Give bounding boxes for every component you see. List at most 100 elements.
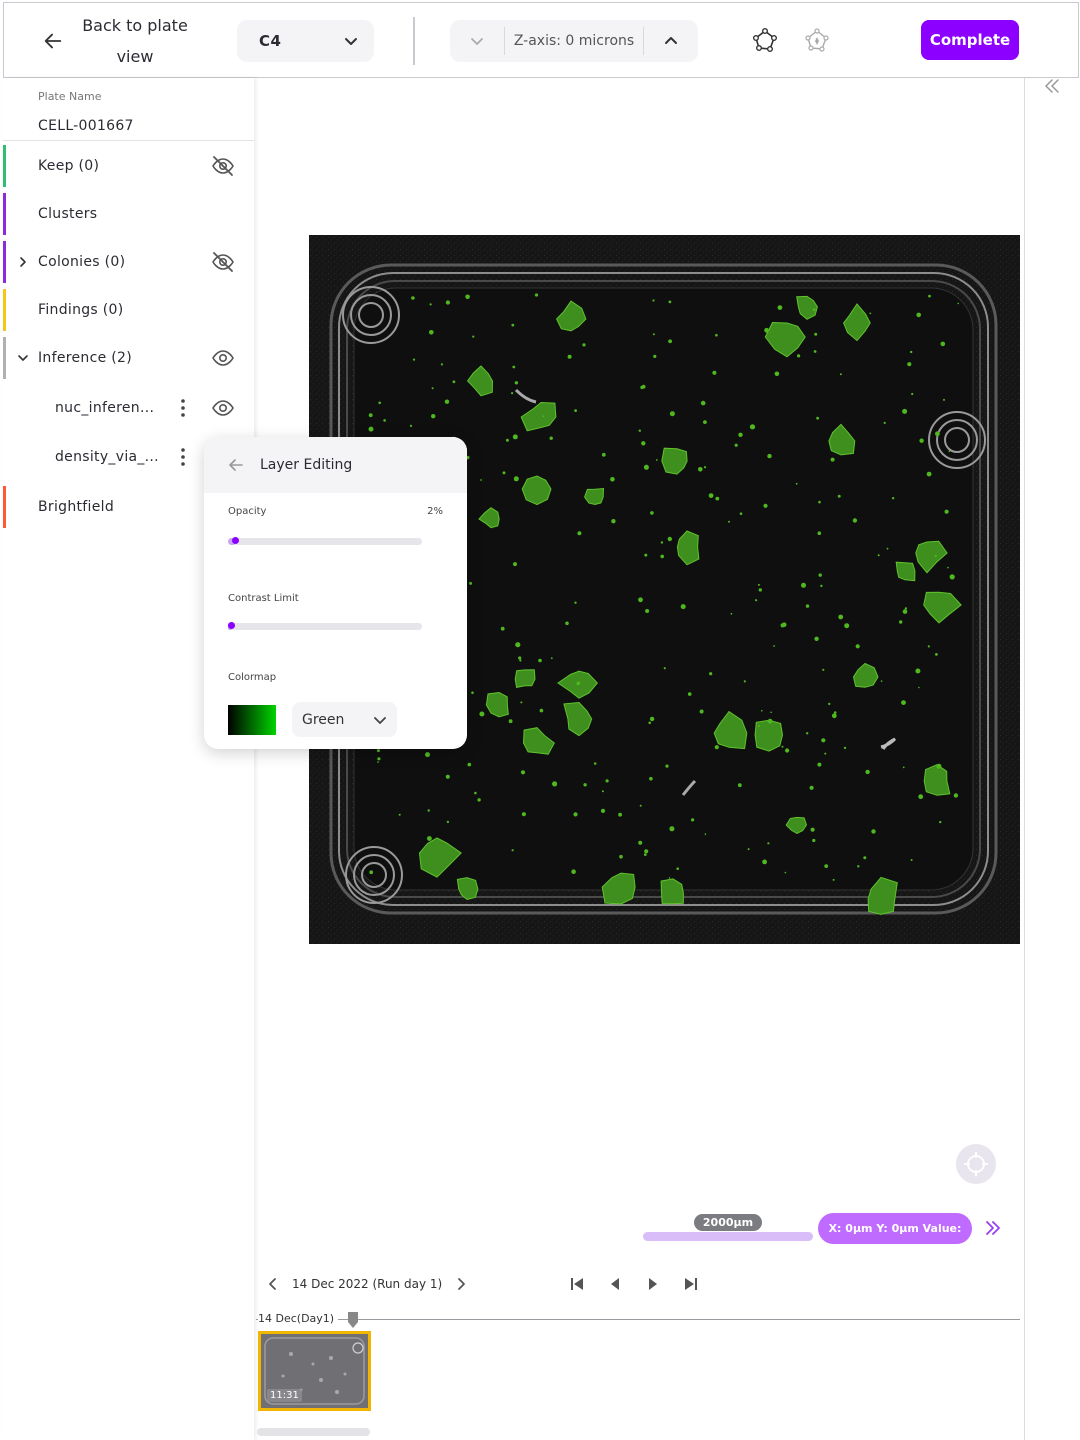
chevron-down-icon[interactable] bbox=[17, 352, 29, 364]
layer-nuc-inference[interactable]: nuc_inferen... bbox=[3, 385, 254, 431]
eye-off-icon[interactable] bbox=[211, 250, 235, 274]
cell-speck bbox=[368, 413, 373, 418]
z-axis-down-button[interactable] bbox=[450, 20, 504, 62]
layer-clusters[interactable]: Clusters bbox=[3, 191, 254, 237]
layer-label: Findings (0) bbox=[38, 302, 124, 318]
cell-speck bbox=[500, 626, 505, 631]
layer-label: Keep (0) bbox=[38, 158, 100, 174]
cell-speck bbox=[668, 877, 671, 879]
cell-speck bbox=[480, 479, 482, 481]
cell-speck bbox=[886, 547, 889, 550]
cell-speck bbox=[715, 496, 720, 501]
more-vertical-icon[interactable] bbox=[175, 446, 191, 468]
polygon-edit-tool-icon[interactable] bbox=[803, 27, 831, 55]
cell-speck bbox=[734, 443, 738, 447]
cell-speck bbox=[857, 865, 860, 868]
cell-speck bbox=[709, 672, 713, 676]
cell-speck bbox=[669, 826, 675, 832]
cell-speck bbox=[515, 642, 521, 648]
timeline-marker-icon[interactable] bbox=[347, 1312, 359, 1328]
complete-button[interactable]: Complete bbox=[921, 20, 1019, 60]
cell-speck bbox=[918, 794, 924, 800]
cell-speck bbox=[916, 312, 921, 318]
well-select-value: C4 bbox=[259, 32, 282, 50]
cell-speck bbox=[479, 711, 485, 717]
eye-off-icon[interactable] bbox=[211, 154, 235, 178]
cell-speck bbox=[940, 341, 946, 347]
plate-name: CELL-001667 bbox=[38, 118, 134, 134]
crosshair-icon bbox=[964, 1152, 988, 1176]
coordinate-readout: X: 0µm Y: 0µm Value: bbox=[818, 1213, 972, 1244]
double-chevron-right-icon[interactable] bbox=[982, 1217, 1004, 1239]
cell-speck bbox=[505, 438, 509, 442]
layer-keep[interactable]: Keep (0) bbox=[3, 143, 254, 189]
cell-speck bbox=[926, 471, 932, 477]
cell-speck bbox=[837, 494, 841, 498]
cell-speck bbox=[843, 746, 847, 750]
cell-speck bbox=[698, 467, 703, 472]
skip-to-start-button[interactable] bbox=[566, 1273, 588, 1295]
cell-speck bbox=[601, 790, 604, 793]
cell-speck bbox=[764, 327, 769, 333]
more-vertical-icon[interactable] bbox=[175, 397, 191, 419]
cell-speck bbox=[641, 384, 646, 389]
cell-speck bbox=[880, 680, 883, 682]
cell-speck bbox=[747, 848, 750, 851]
opacity-slider[interactable] bbox=[228, 537, 422, 545]
cell-speck bbox=[831, 713, 837, 719]
layer-findings[interactable]: Findings (0) bbox=[3, 287, 254, 333]
skip-to-end-button[interactable] bbox=[680, 1273, 702, 1295]
cell-speck bbox=[944, 509, 949, 514]
cell-speck bbox=[817, 531, 822, 535]
cell-speck bbox=[573, 812, 578, 817]
play-back-icon bbox=[611, 1278, 619, 1290]
eye-icon[interactable] bbox=[211, 346, 235, 370]
cell-speck bbox=[676, 867, 679, 870]
z-axis-up-button[interactable] bbox=[644, 20, 698, 62]
contrast-limit-slider[interactable] bbox=[228, 622, 422, 630]
cell-speck bbox=[611, 519, 616, 524]
cell-speck bbox=[714, 745, 719, 750]
arrow-left-icon[interactable] bbox=[226, 455, 246, 475]
arrow-left-icon bbox=[44, 33, 62, 49]
collapse-panel-icon[interactable] bbox=[1042, 76, 1062, 96]
cell-speck bbox=[691, 818, 695, 822]
z-axis-control: Z-axis: 0 microns bbox=[450, 20, 698, 62]
cell-speck bbox=[832, 878, 835, 881]
cell-speck bbox=[511, 849, 514, 852]
cell-speck bbox=[378, 401, 381, 405]
back-to-plate-button[interactable]: Back to plate view bbox=[42, 11, 212, 71]
cell-speck bbox=[512, 434, 518, 440]
eye-icon[interactable] bbox=[211, 396, 235, 420]
previous-date-button[interactable] bbox=[262, 1273, 284, 1295]
cell-speck bbox=[844, 623, 850, 629]
next-date-button[interactable] bbox=[450, 1273, 472, 1295]
slider-thumb[interactable] bbox=[231, 537, 239, 544]
cell-speck bbox=[699, 709, 704, 714]
colormap-select[interactable]: Green bbox=[292, 702, 397, 737]
play-icon bbox=[649, 1278, 657, 1290]
horizontal-scrollbar[interactable] bbox=[257, 1428, 370, 1436]
chevron-down-icon bbox=[471, 38, 483, 45]
cell-speck bbox=[785, 748, 790, 753]
well-select[interactable]: C4 bbox=[237, 20, 374, 62]
chevron-right-icon[interactable] bbox=[17, 256, 29, 268]
recenter-button[interactable] bbox=[956, 1144, 996, 1184]
cell-speck bbox=[431, 414, 436, 419]
play-button[interactable] bbox=[642, 1273, 664, 1295]
layer-colonies[interactable]: Colonies (0) bbox=[3, 239, 254, 285]
slider-thumb[interactable] bbox=[228, 622, 235, 629]
polygon-tool-icon[interactable] bbox=[751, 27, 779, 55]
layer-color-bar bbox=[3, 289, 6, 331]
layer-inference[interactable]: Inference (2) bbox=[3, 335, 254, 381]
chevron-left-icon bbox=[269, 1278, 276, 1290]
cell-speck bbox=[605, 779, 609, 783]
timepoint-thumbnail[interactable]: 11:31 bbox=[258, 1331, 371, 1411]
cell-speck bbox=[902, 408, 908, 414]
cell-speck bbox=[758, 588, 762, 592]
cell-speck bbox=[910, 350, 913, 354]
cell-speck bbox=[368, 426, 374, 432]
step-back-button[interactable] bbox=[604, 1273, 626, 1295]
cell-speck bbox=[883, 421, 886, 424]
playback-controls bbox=[566, 1272, 702, 1296]
